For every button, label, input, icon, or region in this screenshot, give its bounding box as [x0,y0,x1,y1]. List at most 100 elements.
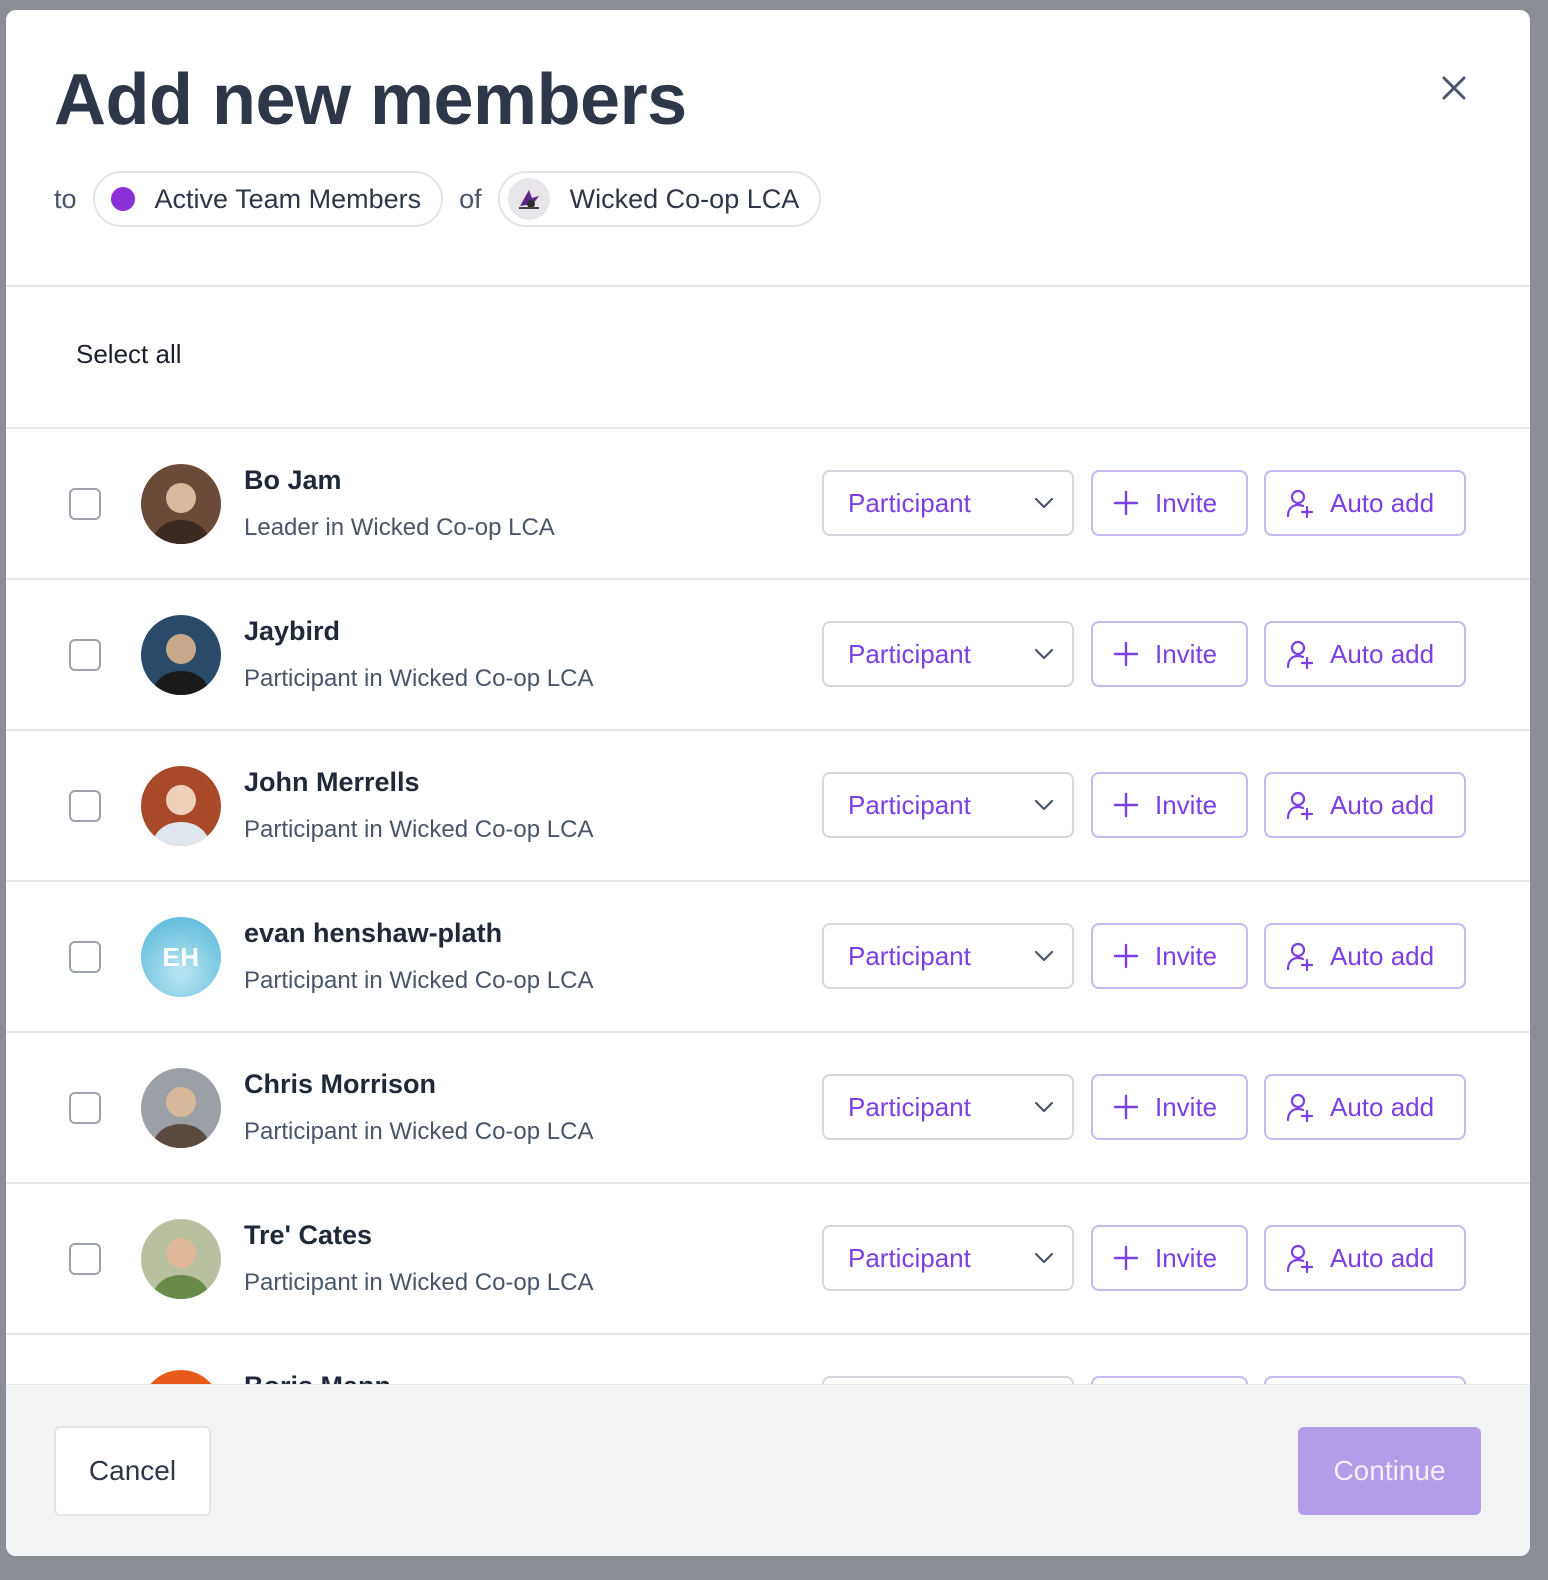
role-select[interactable]: Participant [822,1074,1074,1140]
select-all-row: Select all [6,287,1530,429]
member-checkbox[interactable] [69,488,101,520]
role-select[interactable]: Participant [822,772,1074,838]
member-checkbox[interactable] [69,639,101,671]
member-checkbox[interactable] [69,941,101,973]
add-members-dialog: Add new members to Active Team Members o… [6,10,1530,1556]
avatar: EH [141,917,221,997]
auto-add-label: Auto add [1330,487,1435,518]
auto-add-label: Auto add [1330,638,1435,669]
invite-button[interactable]: Invite [1091,1074,1248,1140]
invite-label: Invite [1155,1242,1218,1273]
plus-icon [1113,1094,1139,1120]
invite-button[interactable]: Invite [1091,772,1248,838]
member-role-text: Participant in Wicked Co-op LCA [244,967,594,994]
user-plus-icon [1286,942,1314,971]
invite-button[interactable]: Invite [1091,1376,1248,1384]
dialog-header: Add new members to Active Team Members o… [6,10,1530,287]
member-row: Jaybird Participant in Wicked Co-op LCA … [6,580,1530,731]
auto-add-button[interactable]: Auto add [1264,772,1466,838]
avatar [141,766,221,846]
close-button[interactable] [1436,70,1472,106]
member-row: Boris Mann Participant Invite Auto add [6,1335,1530,1384]
select-all-button[interactable]: Select all [76,339,182,370]
role-select[interactable]: Participant [822,470,1074,536]
role-select[interactable]: Participant [822,1225,1074,1291]
role-select[interactable]: Participant [822,1376,1074,1384]
chevron-down-icon [1034,1252,1054,1264]
team-chip-label: Active Team Members [154,183,422,214]
plus-icon [1113,641,1139,667]
member-name: evan henshaw-plath [244,918,503,948]
chevron-down-icon [1034,799,1054,811]
user-plus-icon [1286,489,1314,518]
member-list[interactable]: Bo Jam Leader in Wicked Co-op LCA Partic… [6,429,1530,1384]
member-name: Bo Jam [244,465,342,495]
plus-icon [1113,490,1139,516]
role-select-value: Participant [848,940,971,971]
chevron-down-icon [1034,648,1054,660]
member-checkbox[interactable] [69,1243,101,1275]
dialog-title: Add new members [54,60,687,140]
auto-add-button[interactable]: Auto add [1264,470,1466,536]
user-plus-icon [1286,1244,1314,1273]
auto-add-button[interactable]: Auto add [1264,923,1466,989]
user-plus-icon [1286,640,1314,669]
member-role-text: Participant in Wicked Co-op LCA [244,1118,594,1145]
invite-label: Invite [1155,1091,1218,1122]
avatar [141,1370,221,1384]
member-name: Boris Mann [244,1371,391,1384]
dialog-footer: Cancel Continue [6,1384,1530,1556]
plus-icon [1113,943,1139,969]
invite-label: Invite [1155,638,1218,669]
of-label: of [459,183,482,214]
member-checkbox[interactable] [69,1092,101,1124]
auto-add-label: Auto add [1330,1242,1435,1273]
member-name: Chris Morrison [244,1069,437,1099]
invite-label: Invite [1155,940,1218,971]
member-role-text: Participant in Wicked Co-op LCA [244,665,594,692]
org-logo-icon [507,178,550,220]
team-color-dot [110,187,135,211]
chevron-down-icon [1034,950,1054,962]
member-row: John Merrells Participant in Wicked Co-o… [6,731,1530,882]
team-chip[interactable]: Active Team Members [92,171,444,227]
member-name: John Merrells [244,767,420,797]
member-name: Tre' Cates [244,1220,372,1250]
plus-icon [1113,1245,1139,1271]
role-select[interactable]: Participant [822,621,1074,687]
role-select-value: Participant [848,638,971,669]
invite-label: Invite [1155,487,1218,518]
auto-add-label: Auto add [1330,789,1435,820]
member-role-text: Leader in Wicked Co-op LCA [244,514,555,541]
org-chip[interactable]: Wicked Co-op LCA [497,171,822,227]
role-select-value: Participant [848,1242,971,1273]
invite-button[interactable]: Invite [1091,621,1248,687]
member-role-text: Participant in Wicked Co-op LCA [244,1269,594,1296]
cancel-button[interactable]: Cancel [54,1426,211,1516]
avatar-initials: EH [162,941,200,972]
member-row: Tre' Cates Participant in Wicked Co-op L… [6,1184,1530,1335]
avatar [141,1219,221,1299]
member-name: Jaybird [244,616,341,646]
auto-add-button[interactable]: Auto add [1264,1225,1466,1291]
auto-add-button[interactable]: Auto add [1264,1376,1466,1384]
to-label: to [54,183,77,214]
user-plus-icon [1286,791,1314,820]
role-select-value: Participant [848,1091,971,1122]
invite-button[interactable]: Invite [1091,470,1248,536]
member-row: EH evan henshaw-plath Participant in Wic… [6,882,1530,1033]
auto-add-label: Auto add [1330,1091,1435,1122]
continue-button[interactable]: Continue [1298,1427,1481,1515]
plus-icon [1113,792,1139,818]
chevron-down-icon [1034,497,1054,509]
role-select-value: Participant [848,789,971,820]
member-checkbox[interactable] [69,790,101,822]
invite-button[interactable]: Invite [1091,1225,1248,1291]
member-role-text: Participant in Wicked Co-op LCA [244,816,594,843]
avatar [141,464,221,544]
member-row: Chris Morrison Participant in Wicked Co-… [6,1033,1530,1184]
auto-add-button[interactable]: Auto add [1264,621,1466,687]
invite-button[interactable]: Invite [1091,923,1248,989]
role-select[interactable]: Participant [822,923,1074,989]
auto-add-button[interactable]: Auto add [1264,1074,1466,1140]
